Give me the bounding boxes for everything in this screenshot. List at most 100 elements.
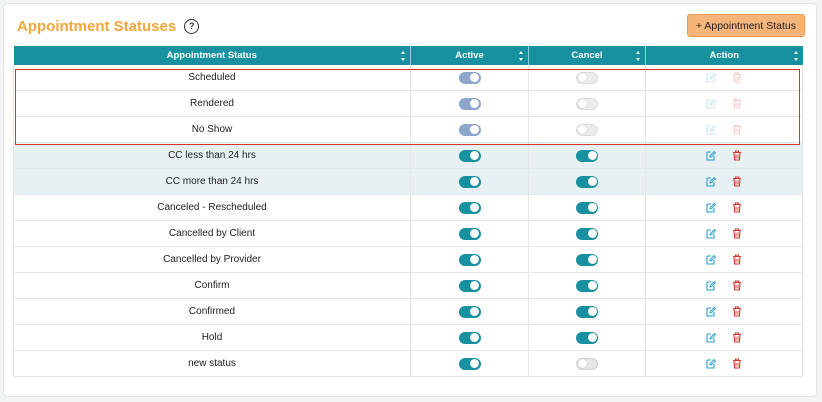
table-row: Canceled - Rescheduled bbox=[13, 194, 803, 221]
action-cell bbox=[645, 272, 803, 299]
cancel-toggle[interactable] bbox=[576, 331, 598, 344]
cancel-toggle[interactable] bbox=[576, 175, 598, 188]
delete-icon[interactable] bbox=[732, 228, 742, 239]
active-toggle[interactable] bbox=[458, 357, 481, 370]
active-cell bbox=[410, 65, 529, 91]
column-header-label: Cancel bbox=[571, 50, 603, 61]
delete-icon bbox=[732, 72, 742, 83]
toggle-knob bbox=[587, 177, 597, 186]
appointment-status-table: Appointment Status Active Cancel Action … bbox=[13, 46, 803, 377]
active-toggle[interactable] bbox=[458, 253, 481, 266]
edit-icon bbox=[706, 72, 717, 83]
toggle-knob bbox=[587, 203, 597, 212]
active-toggle[interactable] bbox=[458, 227, 481, 240]
toggle-knob bbox=[470, 307, 479, 316]
toggle-knob bbox=[578, 99, 587, 108]
status-name-cell: new status bbox=[13, 350, 411, 377]
column-header-cancel[interactable]: Cancel bbox=[528, 46, 646, 65]
row-actions bbox=[706, 306, 742, 317]
cancel-toggle[interactable] bbox=[576, 227, 598, 240]
table-row: Hold bbox=[13, 324, 803, 351]
delete-icon[interactable] bbox=[732, 306, 742, 317]
status-name: No Show bbox=[191, 124, 233, 135]
status-name-cell: Canceled - Rescheduled bbox=[13, 194, 411, 221]
help-icon[interactable]: ? bbox=[184, 19, 200, 34]
cancel-cell bbox=[528, 324, 646, 351]
status-name: Rendered bbox=[190, 98, 234, 109]
cancel-toggle[interactable] bbox=[576, 305, 598, 318]
active-toggle[interactable] bbox=[458, 331, 481, 344]
table-row: CC more than 24 hrs bbox=[13, 168, 803, 195]
status-name: CC less than 24 hrs bbox=[168, 150, 256, 161]
column-header-active[interactable]: Active bbox=[410, 46, 529, 65]
cancel-toggle[interactable] bbox=[576, 253, 598, 266]
toggle-knob bbox=[578, 359, 587, 368]
row-actions bbox=[706, 150, 742, 161]
edit-icon[interactable] bbox=[706, 150, 717, 161]
sort-icon[interactable] bbox=[401, 51, 406, 61]
edit-icon[interactable] bbox=[706, 332, 717, 343]
cancel-toggle[interactable] bbox=[576, 357, 598, 370]
toggle-knob bbox=[587, 255, 597, 264]
toggle-knob bbox=[470, 177, 479, 186]
active-cell bbox=[410, 220, 529, 247]
row-actions bbox=[706, 98, 742, 109]
active-cell bbox=[410, 350, 529, 377]
delete-icon[interactable] bbox=[732, 254, 742, 265]
delete-icon[interactable] bbox=[732, 150, 742, 161]
delete-icon[interactable] bbox=[732, 280, 742, 291]
sort-icon[interactable] bbox=[519, 51, 524, 61]
edit-icon[interactable] bbox=[706, 306, 717, 317]
column-header-action[interactable]: Action bbox=[645, 46, 803, 65]
toggle-knob bbox=[470, 281, 479, 290]
status-name: new status bbox=[188, 358, 236, 369]
delete-icon[interactable] bbox=[732, 358, 742, 369]
edit-icon[interactable] bbox=[706, 254, 717, 265]
toggle-knob bbox=[578, 73, 587, 82]
cancel-toggle[interactable] bbox=[576, 201, 598, 214]
status-name-cell: Confirmed bbox=[13, 298, 411, 325]
delete-icon[interactable] bbox=[732, 332, 742, 343]
status-name-cell: Cancelled by Client bbox=[13, 220, 411, 247]
table-row: Cancelled by Provider bbox=[13, 246, 803, 273]
edit-icon[interactable] bbox=[706, 280, 717, 291]
edit-icon[interactable] bbox=[706, 176, 717, 187]
sort-icon[interactable] bbox=[793, 51, 799, 61]
table-header-row: Appointment Status Active Cancel Action bbox=[13, 46, 803, 65]
status-name-cell: No Show bbox=[13, 116, 411, 143]
cancel-toggle bbox=[576, 123, 598, 136]
edit-icon[interactable] bbox=[706, 358, 717, 369]
active-toggle[interactable] bbox=[458, 279, 481, 292]
cancel-toggle bbox=[576, 97, 598, 110]
row-actions bbox=[706, 254, 742, 265]
toggle-knob bbox=[470, 359, 479, 368]
delete-icon bbox=[732, 124, 742, 135]
column-header-label: Appointment Status bbox=[166, 50, 257, 61]
edit-icon[interactable] bbox=[706, 202, 717, 213]
delete-icon[interactable] bbox=[732, 202, 742, 213]
add-appointment-status-button[interactable]: + Appointment Status bbox=[686, 14, 805, 37]
cancel-toggle[interactable] bbox=[576, 149, 598, 162]
active-cell bbox=[410, 168, 529, 195]
active-toggle[interactable] bbox=[458, 175, 481, 188]
table-row: new status bbox=[13, 350, 803, 377]
cancel-cell bbox=[528, 350, 646, 377]
cancel-toggle[interactable] bbox=[576, 279, 598, 292]
active-toggle[interactable] bbox=[458, 149, 481, 162]
cancel-cell bbox=[528, 194, 646, 221]
active-toggle[interactable] bbox=[458, 201, 481, 214]
active-cell bbox=[410, 90, 529, 117]
edit-icon[interactable] bbox=[706, 228, 717, 239]
active-toggle[interactable] bbox=[458, 305, 481, 318]
status-name: Cancelled by Client bbox=[168, 228, 256, 239]
delete-icon[interactable] bbox=[732, 176, 742, 187]
cancel-cell bbox=[528, 65, 646, 91]
toggle-knob bbox=[587, 307, 597, 316]
active-toggle bbox=[458, 123, 481, 136]
column-header-appointment-status[interactable]: Appointment Status bbox=[13, 46, 411, 65]
status-name-cell: Hold bbox=[13, 324, 411, 351]
table-row: Cancelled by Client bbox=[13, 220, 803, 247]
sort-icon[interactable] bbox=[636, 51, 641, 61]
active-cell bbox=[410, 194, 529, 221]
status-name: Canceled - Rescheduled bbox=[157, 202, 267, 213]
